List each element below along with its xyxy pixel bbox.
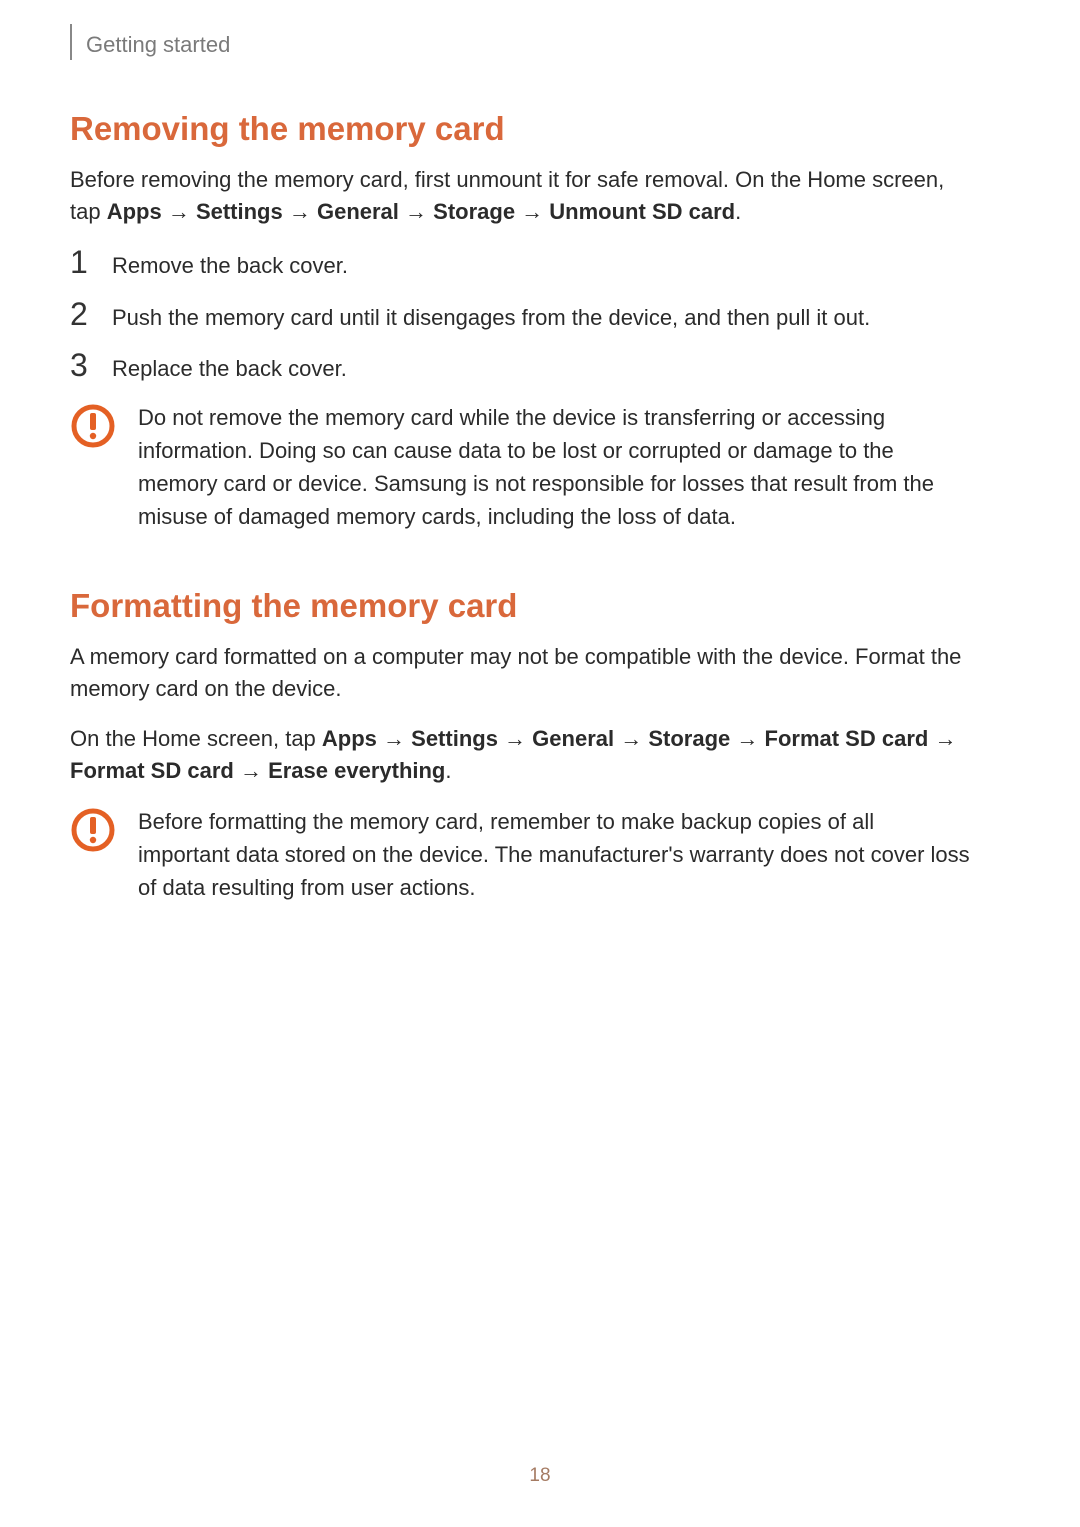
- page-body: Getting started Removing the memory card…: [0, 0, 1080, 904]
- step-2: 2 Push the memory card until it disengag…: [70, 298, 970, 334]
- path-apps: Apps: [107, 199, 162, 224]
- path-storage: Storage: [433, 199, 515, 224]
- warning-callout-2: Before formatting the memory card, remem…: [70, 805, 970, 904]
- section-heading-formatting: Formatting the memory card: [70, 587, 970, 625]
- fpath-erase: Erase everything: [268, 758, 445, 783]
- path-general: General: [317, 199, 399, 224]
- fpath-storage: Storage: [648, 726, 730, 751]
- page-number: 18: [0, 1465, 1080, 1487]
- format-para-2-plain: On the Home screen, tap: [70, 726, 322, 751]
- steps-list: 1 Remove the back cover. 2 Push the memo…: [70, 246, 970, 385]
- header-rule: [70, 24, 72, 60]
- step-number-1: 1: [70, 246, 94, 278]
- farrow-5: →: [928, 726, 956, 751]
- farrow-2: →: [498, 726, 532, 751]
- farrow-4: →: [730, 726, 764, 751]
- warning-callout-1: Do not remove the memory card while the …: [70, 401, 970, 533]
- step-text-3: Replace the back cover.: [112, 354, 347, 385]
- step-text-1: Remove the back cover.: [112, 251, 348, 282]
- arrow-1: →: [162, 199, 196, 224]
- fpath-general: General: [532, 726, 614, 751]
- running-header: Getting started: [70, 30, 970, 60]
- warning-icon: [70, 403, 116, 449]
- intro-paragraph-1: Before removing the memory card, first u…: [70, 164, 970, 228]
- warning-text-1: Do not remove the memory card while the …: [138, 401, 970, 533]
- warning-icon: [70, 807, 116, 853]
- header-section-name: Getting started: [86, 32, 230, 58]
- section-heading-removing: Removing the memory card: [70, 110, 970, 148]
- fpath-settings: Settings: [411, 726, 498, 751]
- step-3: 3 Replace the back cover.: [70, 349, 970, 385]
- step-number-3: 3: [70, 349, 94, 381]
- path-unmount: Unmount SD card: [549, 199, 735, 224]
- farrow-6: →: [234, 758, 268, 783]
- format-para-1: A memory card formatted on a computer ma…: [70, 641, 970, 705]
- warning-text-2: Before formatting the memory card, remem…: [138, 805, 970, 904]
- arrow-3: →: [399, 199, 433, 224]
- step-1: 1 Remove the back cover.: [70, 246, 970, 282]
- format-para-2: On the Home screen, tap Apps → Settings …: [70, 723, 970, 787]
- arrow-4: →: [515, 199, 549, 224]
- fpath-apps: Apps: [322, 726, 377, 751]
- fpath-format2: Format SD card: [70, 758, 234, 783]
- farrow-1: →: [377, 726, 411, 751]
- path-settings: Settings: [196, 199, 283, 224]
- fpath-format1: Format SD card: [765, 726, 929, 751]
- arrow-2: →: [283, 199, 317, 224]
- step-number-2: 2: [70, 298, 94, 330]
- farrow-3: →: [614, 726, 648, 751]
- step-text-2: Push the memory card until it disengages…: [112, 303, 870, 334]
